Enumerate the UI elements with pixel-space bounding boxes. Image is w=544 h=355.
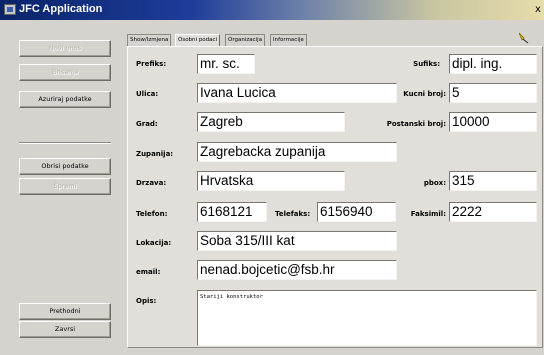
facsimile-label: Faksimil:: [410, 210, 446, 218]
separator: [19, 142, 111, 144]
facsimile-field[interactable]: 2222: [449, 202, 537, 222]
save-button[interactable]: Spremi: [19, 178, 111, 195]
description-label: Opis:: [136, 297, 157, 305]
postal-code-field[interactable]: 10000: [449, 112, 537, 132]
tab-informacije[interactable]: Informacije: [270, 34, 307, 46]
location-label: Lokacija:: [136, 239, 172, 247]
close-button[interactable]: x: [533, 4, 543, 15]
delete-button[interactable]: Brisanje: [19, 64, 111, 81]
house-number-label: Kucni broj:: [403, 90, 446, 98]
county-label: Zupanija:: [136, 150, 174, 158]
pbox-field[interactable]: 315: [449, 171, 537, 191]
new-entry-button[interactable]: Novi unos: [19, 40, 111, 57]
street-label: Ulica:: [136, 90, 159, 98]
clear-data-button[interactable]: Obrisi podatke: [19, 158, 111, 175]
window-icon: [4, 4, 16, 15]
update-data-button[interactable]: Azuriraj podatke: [19, 91, 111, 108]
street-field[interactable]: Ivana Lucica: [197, 83, 397, 103]
title-bar[interactable]: JFC Application x: [0, 0, 544, 20]
phone-label: Telefon:: [136, 210, 168, 218]
prefix-label: Prefiks:: [136, 60, 167, 68]
window-title: JFC Application: [19, 3, 103, 15]
country-field[interactable]: Hrvatska: [197, 171, 345, 191]
location-field[interactable]: Soba 315/III kat: [197, 231, 397, 251]
email-label: email:: [136, 268, 161, 276]
suffix-field[interactable]: dipl. ing.: [449, 54, 537, 74]
city-field[interactable]: Zagreb: [197, 112, 345, 132]
fax-label: Telefaks:: [275, 210, 311, 218]
finish-button[interactable]: Zavrsi: [19, 321, 111, 338]
phone-field[interactable]: 6168121: [197, 202, 267, 222]
pin-icon[interactable]: [516, 32, 530, 44]
app-window: JFC Application x Novi unos Brisanje Azu…: [0, 0, 544, 355]
country-label: Drzava:: [136, 179, 167, 187]
house-number-field[interactable]: 5: [449, 83, 537, 103]
description-textarea[interactable]: Stariji konstruktor: [197, 290, 537, 346]
tab-organizacija[interactable]: Organizacija: [225, 34, 266, 46]
suffix-label: Sufiks:: [413, 60, 440, 68]
pbox-label: pbox:: [423, 179, 446, 187]
email-field[interactable]: nenad.bojcetic@fsb.hr: [197, 260, 397, 280]
county-field[interactable]: Zagrebacka zupanija: [197, 142, 397, 162]
tab-osobni-podaci[interactable]: Osobni podaci: [175, 34, 221, 46]
left-button-panel: Novi unos Brisanje Azuriraj podatke Obri…: [6, 22, 120, 348]
tab-show-izmjena[interactable]: Show/Izmjena: [127, 34, 172, 46]
postal-code-label: Postanski broj:: [386, 120, 446, 128]
prefix-field[interactable]: mr. sc.: [197, 54, 255, 74]
city-label: Grad:: [136, 120, 158, 128]
previous-button[interactable]: Prethodni: [19, 303, 111, 320]
personal-data-form: Prefiks: mr. sc. Sufiks: dipl. ing. Ulic…: [127, 46, 543, 348]
